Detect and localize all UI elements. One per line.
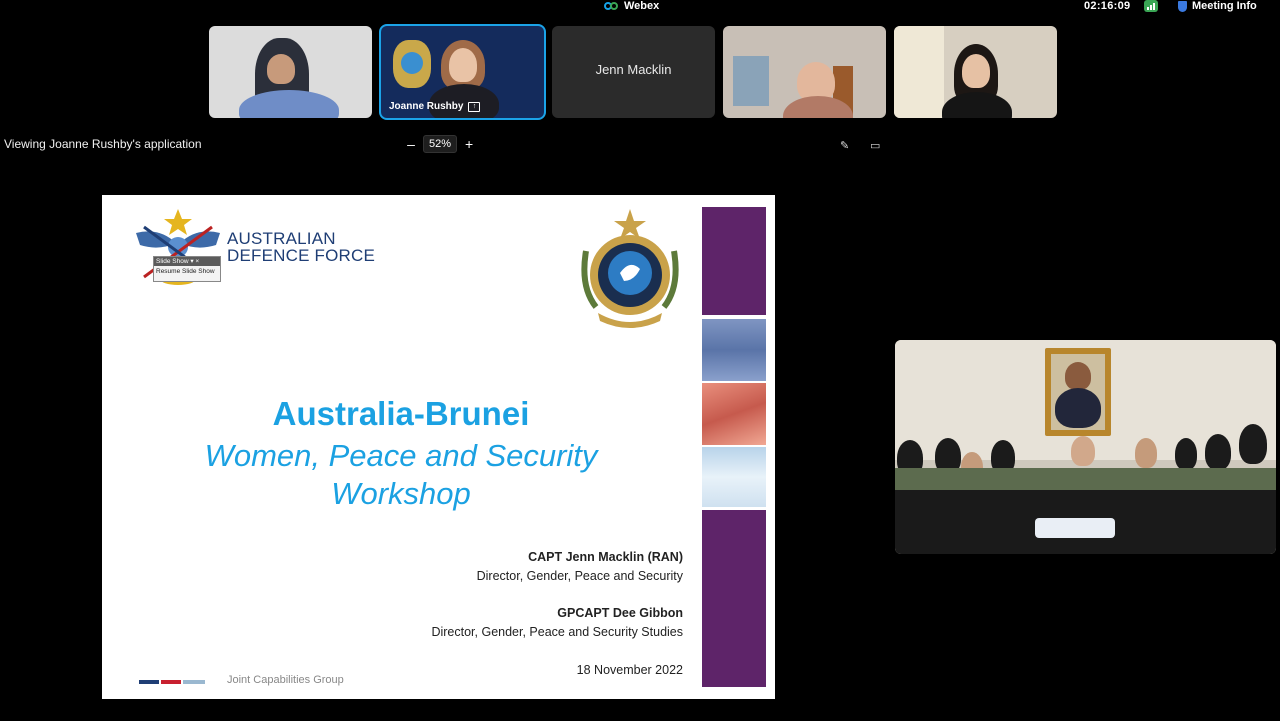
zoom-in-button[interactable]: + bbox=[463, 136, 475, 152]
red-texture-image bbox=[702, 383, 766, 445]
org-name: AUSTRALIAN DEFENCE FORCE bbox=[227, 230, 375, 264]
subtitle-line1: Women, Peace and Security bbox=[204, 438, 598, 473]
meeting-info-label: Meeting Info bbox=[1192, 0, 1257, 12]
participant-face bbox=[449, 48, 477, 82]
popup-title: Slide Show bbox=[156, 258, 189, 265]
window-light bbox=[894, 26, 944, 118]
org-name-line2: DEFENCE FORCE bbox=[227, 246, 376, 265]
participant-tile-jenn-macklin[interactable]: Jenn Macklin bbox=[552, 26, 715, 118]
presenter2-name: GPCAPT Dee Gibbon bbox=[557, 606, 683, 620]
viewing-status: Viewing Joanne Rushby's application bbox=[4, 137, 202, 151]
footer-bar-red bbox=[161, 680, 181, 684]
portrait-face bbox=[1065, 362, 1091, 390]
ocean-image bbox=[702, 319, 766, 381]
participant-name: Jenn Macklin bbox=[595, 62, 672, 77]
participant-tile[interactable] bbox=[894, 26, 1057, 118]
app-title: Webex bbox=[604, 0, 659, 12]
participant-face bbox=[962, 54, 990, 88]
slide-title: Australia-Brunei bbox=[272, 395, 530, 432]
shield-icon bbox=[1178, 0, 1187, 12]
participant-tile-joanne-rushby[interactable]: Joanne Rushby ↑ bbox=[381, 26, 544, 118]
attendee bbox=[1135, 438, 1157, 468]
purple-stripe-top bbox=[702, 207, 766, 315]
webex-logo-icon bbox=[604, 1, 618, 11]
subtitle-line2: Workshop bbox=[331, 476, 471, 511]
network-signal-icon[interactable] bbox=[1144, 0, 1158, 12]
sharing-icon: ↑ bbox=[468, 101, 481, 112]
app-name: Webex bbox=[624, 0, 660, 12]
zoom-control: – 52% + bbox=[405, 135, 475, 153]
attendee bbox=[1239, 424, 1267, 464]
portrait-body bbox=[1055, 388, 1101, 428]
projector bbox=[1035, 518, 1115, 538]
participant-body bbox=[942, 92, 1012, 118]
footer-bar-light bbox=[183, 680, 205, 684]
org-name-line1: AUSTRALIAN bbox=[227, 229, 336, 248]
meeting-clock: 02:16:09 bbox=[1084, 0, 1131, 12]
participant-name: Joanne Rushby ↑ bbox=[389, 101, 481, 112]
attendee bbox=[1071, 436, 1095, 466]
participant-tile[interactable] bbox=[209, 26, 372, 118]
shared-slide: AUSTRALIAN DEFENCE FORCE Slide Show ▾ × … bbox=[102, 195, 775, 699]
participant-face bbox=[267, 54, 295, 84]
gender-peace-security-badge-icon bbox=[581, 209, 679, 328]
slide-subtitle: Women, Peace and Security Workshop bbox=[102, 437, 700, 513]
badge-center bbox=[401, 52, 423, 74]
wall-painting bbox=[733, 56, 769, 106]
annotate-icon[interactable]: ✎ bbox=[840, 139, 852, 152]
presenter1-name: CAPT Jenn Macklin (RAN) bbox=[528, 550, 683, 564]
footer-group: Joint Capabilities Group bbox=[227, 674, 344, 686]
resume-slideshow-item[interactable]: Resume Slide Show bbox=[154, 266, 220, 278]
zoom-level[interactable]: 52% bbox=[423, 135, 458, 153]
participant-body bbox=[239, 90, 339, 118]
slideshow-popup[interactable]: Slide Show ▾ × Resume Slide Show bbox=[153, 256, 221, 282]
attendee bbox=[1175, 438, 1197, 470]
presenter1-role: Director, Gender, Peace and Security bbox=[476, 569, 683, 583]
slide-date: 18 November 2022 bbox=[576, 663, 683, 677]
meeting-info-button[interactable]: Meeting Info bbox=[1178, 0, 1257, 12]
presenter2-role: Director, Gender, Peace and Security Stu… bbox=[431, 625, 683, 639]
remote-control-icon[interactable]: ▭ bbox=[870, 139, 882, 152]
zoom-out-button[interactable]: – bbox=[405, 136, 417, 152]
room-video[interactable] bbox=[895, 340, 1276, 554]
participant-tile[interactable] bbox=[723, 26, 886, 118]
attendee bbox=[1205, 434, 1231, 470]
sky-image bbox=[702, 447, 766, 507]
attendee-row bbox=[895, 468, 1276, 490]
purple-stripe-bottom bbox=[702, 510, 766, 687]
footer-bar-navy bbox=[139, 680, 159, 684]
